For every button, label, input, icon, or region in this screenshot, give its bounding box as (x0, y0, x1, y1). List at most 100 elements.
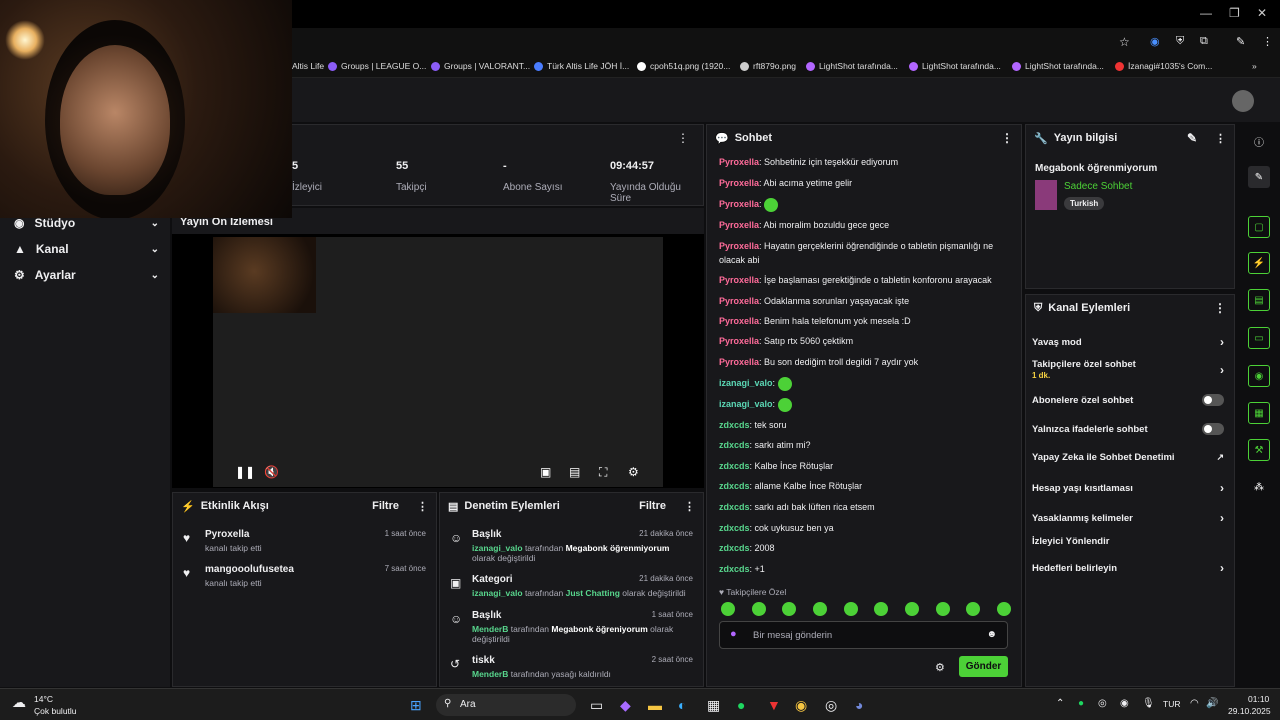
info-icon[interactable]: ⓘ (1248, 130, 1270, 152)
chat-username[interactable]: Pyroxella (719, 178, 759, 188)
bookmark-item[interactable]: Türk Altis Life JÖH İ... (534, 61, 629, 71)
emote-icon[interactable] (812, 602, 827, 616)
clip-icon[interactable]: ▢ (1248, 216, 1270, 238)
bookmark-item[interactable]: LightShot tarafında... (806, 61, 898, 71)
mute-icon[interactable]: 🔇 (264, 465, 279, 479)
puzzle-icon[interactable]: ⧉ (1200, 35, 1208, 48)
close-button[interactable]: ✕ (1257, 6, 1267, 20)
tag-badge[interactable]: Turkish (1064, 197, 1105, 210)
bookmark-item[interactable]: LightShot tarafında... (1012, 61, 1104, 71)
chevron-up-icon[interactable]: ⌃ (1056, 698, 1064, 709)
emote-icon[interactable] (782, 602, 797, 616)
chat-username[interactable]: Pyroxella (719, 316, 759, 326)
sidebar-item-studio[interactable]: ◉ Stüdyo ⌄ (14, 216, 159, 230)
sidebar-item-settings[interactable]: ⚙ Ayarlar ⌄ (14, 268, 159, 282)
emote-icon[interactable] (874, 602, 889, 616)
windows-start-icon[interactable]: ⊞ (410, 697, 422, 714)
followers-only-action[interactable]: Takipçilere özel sohbet 1 dk. › (1032, 359, 1224, 381)
chat-username[interactable]: zdxcds (719, 461, 750, 471)
store-icon[interactable]: ▦ (707, 697, 720, 714)
edge-icon[interactable]: ◐ (678, 697, 686, 713)
bookmark-item[interactable]: LightShot tarafında... (909, 61, 1001, 71)
more-options-icon[interactable]: ⋮ (1214, 301, 1226, 315)
theater-icon[interactable]: ▤ (569, 465, 580, 479)
task-view-icon[interactable]: ▭ (590, 697, 603, 714)
more-options-icon[interactable]: ⋮ (684, 500, 695, 513)
language-indicator[interactable]: TUR (1163, 699, 1180, 709)
account-age-action[interactable]: Hesap yaşı kısıtlaması › (1032, 481, 1224, 495)
gear-icon[interactable]: ⚙ (628, 465, 639, 479)
chat-username[interactable]: zdxcds (719, 440, 750, 450)
clock-date[interactable]: 29.10.2025 (1228, 706, 1271, 716)
banned-words-action[interactable]: Yasaklanmış kelimeler › (1032, 511, 1224, 525)
edit-icon[interactable]: ✎ (1187, 131, 1197, 145)
sidebar-item-channel[interactable]: ▲ Kanal ⌄ (14, 242, 159, 256)
steam-icon[interactable]: ◎ (1098, 698, 1107, 709)
slow-mode-action[interactable]: Yavaş mod › (1032, 335, 1224, 349)
chat-username[interactable]: zdxcds (719, 543, 750, 553)
valorant-icon[interactable]: ▼ (767, 697, 781, 713)
star-icon[interactable]: ☆ (1119, 35, 1130, 49)
tray-icon[interactable]: ● (1078, 698, 1084, 709)
chat-username[interactable]: zdxcds (719, 564, 750, 574)
emote-icon[interactable] (904, 602, 919, 616)
chat-username[interactable]: Pyroxella (719, 157, 759, 167)
more-bookmarks-icon[interactable]: » (1252, 61, 1257, 71)
subscribers-only-toggle[interactable]: Abonelere özel sohbet (1032, 394, 1224, 406)
emote-icon[interactable] (843, 602, 858, 616)
spotify-icon[interactable]: ● (737, 697, 745, 713)
bolt-icon[interactable]: ⚡ (1248, 252, 1270, 274)
pause-icon[interactable]: ❚❚ (235, 465, 255, 479)
shield-icon[interactable]: ⛨ (1176, 35, 1184, 48)
bookmark-item[interactable]: İzanagi#1035's Com... (1115, 61, 1212, 71)
chat-username[interactable]: Pyroxella (719, 296, 759, 306)
chat-username[interactable]: Pyroxella (719, 220, 759, 230)
send-button[interactable]: Gönder (959, 656, 1008, 677)
chat-username[interactable]: izanagi_valo (719, 399, 773, 409)
chat-username[interactable]: Pyroxella (719, 275, 759, 285)
bookmark-item[interactable]: Groups | VALORANT... (431, 61, 530, 71)
tray-icon[interactable]: ◉ (1120, 698, 1129, 709)
more-options-icon[interactable]: ⋮ (677, 131, 689, 145)
taskbar-search[interactable]: ⚲ Ara (436, 694, 576, 716)
pip-icon[interactable]: ▣ (540, 465, 551, 479)
chat-input[interactable]: ● Bir mesaj gönderin ☻ (719, 621, 1008, 649)
restore-button[interactable]: ❐ (1229, 6, 1240, 20)
wifi-icon[interactable]: ◠ (1190, 698, 1199, 709)
emote-only-toggle[interactable]: Yalnızca ifadelerle sohbet (1032, 423, 1224, 435)
chat-username[interactable]: zdxcds (719, 523, 750, 533)
chat-username[interactable]: izanagi_valo (719, 378, 773, 388)
file-explorer-icon[interactable]: ▬ (648, 697, 662, 713)
raid-action[interactable]: İzleyici Yönlendir (1032, 536, 1224, 547)
edit-icon[interactable]: ✎ (1248, 166, 1270, 188)
bookmark-item[interactable]: rft879o.png (740, 61, 796, 71)
chat-icon[interactable]: ▭ (1248, 327, 1270, 349)
app-icon[interactable]: ◎ (825, 697, 837, 714)
bookmark-item[interactable]: Groups | LEAGUE O... (328, 61, 426, 71)
profile-icon[interactable]: ✎ (1236, 35, 1245, 48)
minimize-button[interactable]: — (1200, 6, 1212, 20)
emote-icon[interactable] (966, 602, 981, 616)
copilot-icon[interactable]: ◆ (620, 697, 631, 714)
fullscreen-icon[interactable]: ⛶ (599, 465, 607, 480)
bookmark-item[interactable]: cpoh51q.png (1920... (637, 61, 730, 71)
chat-username[interactable]: Pyroxella (719, 336, 759, 346)
discord-icon[interactable]: ◕ (855, 697, 863, 713)
emote-icon[interactable] (996, 602, 1011, 616)
emoji-icon[interactable]: ☻ (986, 629, 997, 640)
more-options-icon[interactable]: ⋮ (1215, 132, 1226, 145)
chat-username[interactable]: zdxcds (719, 420, 750, 430)
extensions-icon[interactable]: ⁂ (1248, 476, 1270, 498)
activity-filter-button[interactable]: Filtre (372, 500, 399, 512)
chat-username[interactable]: Pyroxella (719, 199, 759, 209)
broadcast-icon[interactable]: ◉ (1248, 365, 1270, 387)
notes-icon[interactable]: ▤ (1248, 289, 1270, 311)
more-options-icon[interactable]: ⋮ (1001, 131, 1013, 145)
moderation-filter-button[interactable]: Filtre (639, 500, 666, 512)
chat-username[interactable]: Pyroxella (719, 357, 759, 367)
chat-username[interactable]: zdxcds (719, 502, 750, 512)
more-options-icon[interactable]: ⋮ (417, 500, 428, 513)
chat-settings-icon[interactable]: ⚙ (935, 661, 945, 674)
clock-time[interactable]: 01:10 (1248, 694, 1269, 704)
preview-video[interactable]: ❚❚ 🔇 ▣ ▤ ⛶ ⚙ (213, 237, 663, 487)
